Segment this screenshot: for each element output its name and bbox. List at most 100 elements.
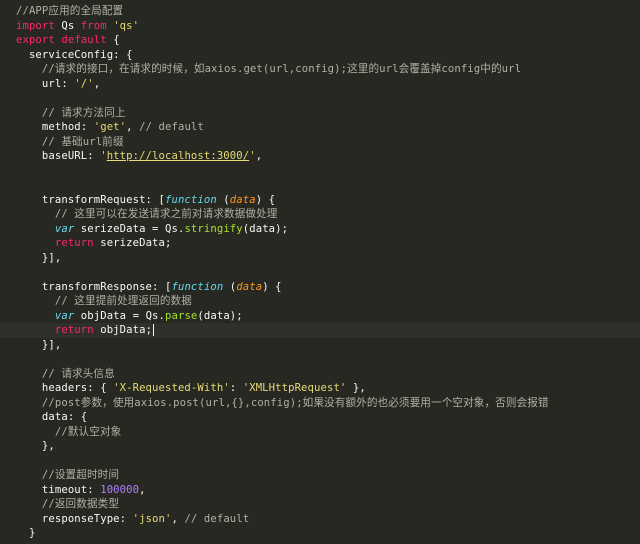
code-line[interactable]: }, [0, 439, 640, 454]
code-token: method: [16, 121, 94, 133]
code-token: ) { [262, 280, 282, 293]
code-token: 'json' [132, 512, 172, 525]
code-line[interactable]: // 这里提前处理返回的数据 [0, 294, 640, 309]
code-comment: //post参数，使用axios.post(url,{},config);如果没… [16, 396, 549, 409]
code-token: 100000 [100, 483, 140, 496]
code-token: , [126, 121, 140, 133]
code-line[interactable]: }], [0, 251, 640, 266]
code-comment: // 这里提前处理返回的数据 [16, 295, 192, 307]
code-token: data: { [16, 411, 88, 423]
code-line[interactable]: }], [0, 338, 640, 353]
code-editor[interactable]: //APP应用的全局配置 import Qs from 'qs' export de… [0, 0, 640, 544]
code-token: objData; [93, 324, 153, 336]
code-line[interactable]: responseType: 'json', // default [0, 512, 640, 527]
code-line[interactable]: transformRequest: [function (data) { [0, 193, 640, 208]
code-line[interactable]: method: 'get', // default [0, 120, 640, 135]
code-token: http://localhost:3000/ [106, 150, 250, 162]
code-comment: // 请求方法同上 [16, 106, 126, 119]
code-line[interactable]: //返回数据类型 [0, 497, 640, 512]
code-line[interactable]: data: { [0, 410, 640, 425]
code-token: var [54, 309, 75, 322]
code-line[interactable]: return serizeData; [0, 236, 640, 251]
code-line[interactable]: //post参数，使用axios.post(url,{},config);如果没… [0, 396, 640, 411]
code-token: url: [16, 77, 75, 90]
code-line[interactable]: transformResponse: [function (data) { [0, 280, 640, 295]
code-token: transformResponse: [ [16, 280, 172, 293]
code-token: serizeData; [93, 237, 172, 249]
code-token: objData = Qs. [74, 309, 166, 322]
code-token: stringify [184, 222, 243, 235]
code-line[interactable] [0, 265, 640, 280]
code-token: responseType: [16, 512, 133, 525]
code-token: { [106, 34, 120, 46]
code-token: export [16, 34, 55, 46]
code-comment: //返回数据类型 [16, 498, 120, 510]
code-token: }], [16, 338, 62, 351]
code-line[interactable]: url: '/', [0, 77, 640, 92]
code-token: }, [16, 440, 55, 452]
code-token: headers: { [16, 382, 114, 394]
code-token: data [236, 280, 263, 293]
code-token: function [165, 193, 217, 206]
code-line[interactable]: baseURL: 'http://localhost:3000/', [0, 149, 640, 164]
code-line[interactable]: serviceConfig: { [0, 48, 640, 63]
code-token: 'X-Requested-With' [113, 382, 230, 394]
code-line[interactable] [0, 164, 640, 179]
code-token: 'get' [93, 121, 127, 133]
code-line[interactable]: } [0, 526, 640, 541]
code-token: : [229, 382, 243, 394]
code-token: 'XMLHttpRequest' [242, 382, 347, 394]
code-token: ( [216, 193, 230, 206]
code-line[interactable]: // 请求头信息 [0, 367, 640, 382]
code-line[interactable] [0, 454, 640, 469]
code-comment: //请求的接口，在请求的时候，如axios.get(url,config);这里… [16, 63, 522, 75]
code-token: var [54, 222, 75, 235]
code-line[interactable]: //设置超时时间 [0, 468, 640, 483]
code-line[interactable]: headers: { 'X-Requested-With': 'XMLHttpR… [0, 381, 640, 396]
code-token: return [54, 324, 94, 336]
code-comment: //设置超时时间 [16, 469, 120, 481]
code-line[interactable] [0, 91, 640, 106]
code-line[interactable]: return objData; [0, 323, 640, 338]
code-token: } [16, 527, 36, 539]
code-line[interactable]: var objData = Qs.parse(data); [0, 309, 640, 324]
code-token: Qs [54, 19, 81, 32]
code-comment: // default [184, 512, 250, 525]
code-comment: // 这里可以在发送请求之前对请求数据做处理 [16, 208, 278, 220]
code-line[interactable]: timeout: 100000, [0, 483, 640, 498]
code-comment: //默认空对象 [16, 425, 122, 438]
code-comment: //APP应用的全局配置 [16, 5, 124, 17]
code-token: baseURL: [16, 150, 101, 162]
code-token: 'qs' [113, 19, 140, 32]
code-comment: // 基础url前缀 [16, 135, 124, 148]
code-token: default [61, 34, 107, 46]
code-token: timeout: [16, 483, 101, 496]
code-line[interactable] [0, 178, 640, 193]
code-token: , [139, 483, 146, 496]
code-line[interactable]: //默认空对象 [0, 425, 640, 440]
code-line[interactable]: // 这里可以在发送请求之前对请求数据做处理 [0, 207, 640, 222]
code-token: ( [223, 280, 237, 293]
text-cursor [153, 324, 155, 336]
code-line[interactable]: var serizeData = Qs.stringify(data); [0, 222, 640, 237]
code-token: serizeData = Qs. [74, 222, 185, 235]
code-line[interactable]: //请求的接口，在请求的时候，如axios.get(url,config);这里… [0, 62, 640, 77]
code-line[interactable]: // 请求方法同上 [0, 106, 640, 121]
code-token: '/' [74, 77, 94, 90]
code-token: parse [165, 309, 198, 322]
code-line[interactable]: //APP应用的全局配置 [0, 4, 640, 19]
code-token: transformRequest: [ [16, 193, 165, 206]
code-comment: // 请求头信息 [16, 367, 115, 380]
code-line[interactable]: import Qs from 'qs' [0, 19, 640, 34]
code-token: (data); [197, 309, 243, 322]
code-line[interactable]: // 基础url前缀 [0, 135, 640, 150]
code-token: import [16, 19, 55, 32]
code-token: , [255, 150, 263, 162]
code-token: return [54, 237, 94, 249]
code-line[interactable] [0, 352, 640, 367]
code-line[interactable]: export default { [0, 33, 640, 48]
code-token: , [171, 512, 185, 525]
